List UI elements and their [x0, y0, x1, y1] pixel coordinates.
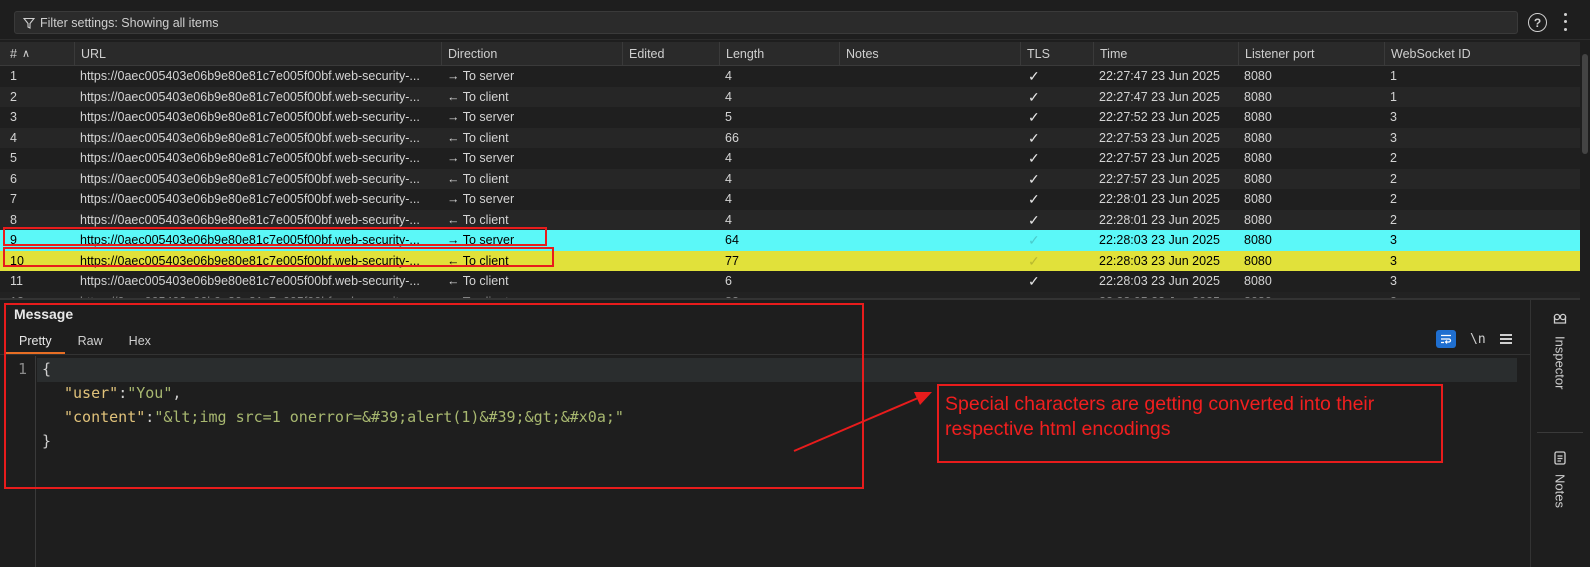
- notes-label: Notes: [1552, 474, 1568, 508]
- inspector-tab[interactable]: Inspector: [1535, 312, 1585, 389]
- notes-tab[interactable]: Notes: [1535, 450, 1585, 508]
- inspector-label: Inspector: [1552, 336, 1568, 390]
- annotation-note: Special characters are getting converted…: [937, 384, 1443, 463]
- annotation-arrow: [793, 392, 932, 452]
- inspector-icon: [1553, 313, 1567, 324]
- annotation-text: Special characters are getting converted…: [945, 393, 1375, 440]
- side-panel: Inspector Notes: [1530, 300, 1590, 567]
- notes-icon: [1554, 451, 1566, 465]
